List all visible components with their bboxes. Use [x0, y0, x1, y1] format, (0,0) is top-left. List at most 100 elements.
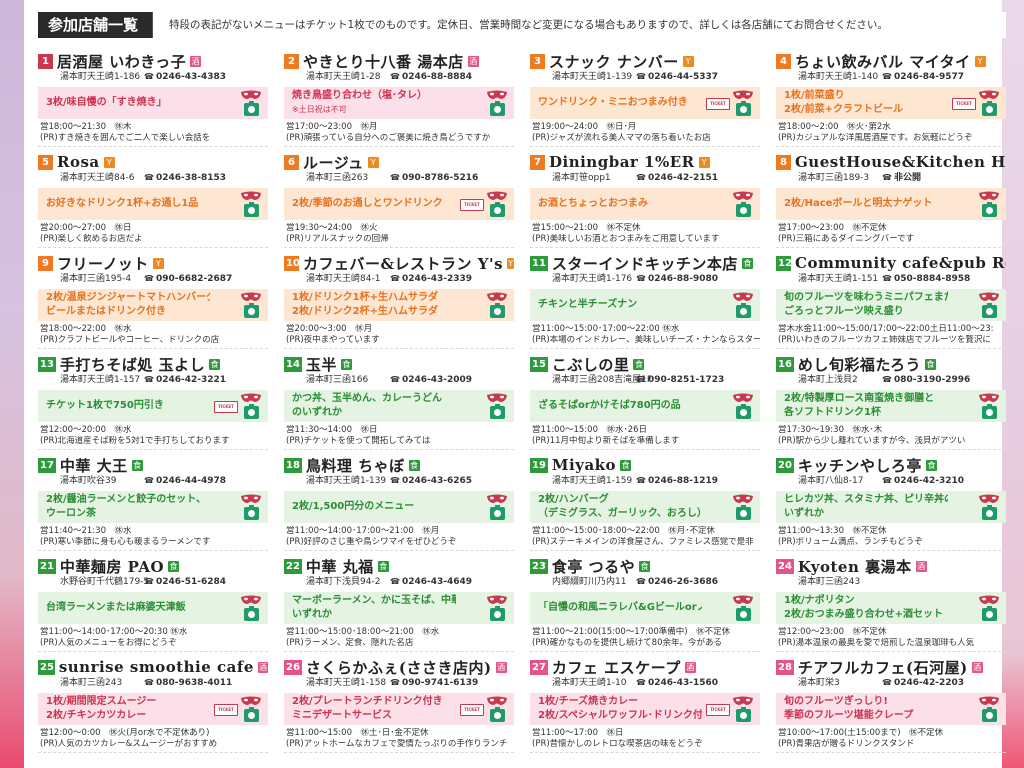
shop-card[interactable]: 1居酒屋 いわきっ子酒湯本町天王崎1-1860246-43-4383 3枚/味自慢… [38, 46, 268, 147]
mask-icon [978, 291, 1000, 303]
shop-address: 湯本町上浅貝2 [798, 375, 858, 385]
shop-phone: 0246-43-2009 [390, 374, 472, 386]
chopsticks-icon: 食 [131, 459, 143, 471]
mask-icon [978, 493, 1000, 505]
shop-card[interactable]: 25sunrise smoothie cafe酒湯本町三函243 080-9638… [38, 652, 268, 753]
shop-name: Community cafe&pub Roots [795, 254, 1006, 272]
shop-card[interactable]: 8GuestHouse&Kitchen HaceY湯本町三函189-3 非公開 2枚… [776, 147, 1006, 248]
shop-card[interactable]: 11スターインドキッチン本店食湯本町天王崎1-1760246-88-9080 チキ… [530, 248, 760, 349]
cup-icon: 酒 [915, 560, 927, 572]
shop-phone: 0246-88-8884 [390, 71, 472, 83]
mask-icon [732, 594, 754, 606]
menu-offer-box: 2枚/温泉ジンジャートマトハンバーグ ビールまたはドリンク付き [38, 289, 268, 321]
shop-name: 中華麺房 PAO [59, 557, 165, 576]
mask-icon [486, 392, 508, 404]
shop-name: めし旬彩福たろう [797, 355, 922, 374]
shop-card[interactable]: 19Miyako食湯本町天王崎1-1590246-88-1219 2枚/ハンバーグ… [530, 450, 760, 551]
camera-icon [736, 404, 751, 419]
cocktail-icon: Y [152, 257, 164, 269]
mask-icon [978, 695, 1000, 707]
menu-offer-box: マーボーラーメン、かに玉そば、中華丼のいずれか [284, 592, 514, 624]
shop-card[interactable]: 4ちょい飲みバル マイタイY湯本町天王崎1-1400246-84-95771枚/… [776, 46, 1006, 147]
mask-icon [486, 695, 508, 707]
shop-name: こぶしの里 [551, 355, 630, 374]
shop-card[interactable]: 23食亭 つるや食内郷綴町川乃内11 0246-26-3686 「自慢の和風ニラレバ… [530, 551, 760, 652]
shop-info-row: 内郷綴町川乃内11 0246-26-3686 [530, 576, 760, 588]
shop-card[interactable]: 14玉半食湯本町三函166 0246-43-2009 かつ丼、玉半めん、カレーうどん… [284, 349, 514, 450]
shop-name: Kyoten 裏湯本 [797, 557, 912, 576]
shop-info-row: 湯本町八仙8-17 0246-42-3210 [776, 475, 1006, 487]
shop-card[interactable]: 16めし旬彩福たろう食湯本町上浅貝2 080-3190-2996 2枚/特製厚ロース… [776, 349, 1006, 450]
menu-offer-box: 1枚/チーズ焼きカレー 2枚/スペシャルワッフル･ドリンク付き TICKET [530, 693, 760, 725]
shop-number: 18 [284, 457, 302, 473]
menu-offer-box: 台湾ラーメンまたは麻婆天津飯 [38, 592, 268, 624]
ticket-icon: TICKET [706, 98, 730, 110]
shop-card[interactable]: 5RosaY湯本町天王崎84-60246-38-8153お好きなドリンク1杯+お… [38, 147, 268, 248]
menu-offer-line: ざるそばorかけそば780円の品 [538, 400, 681, 411]
shop-phone: 090-6682-2687 [144, 273, 232, 285]
menu-offer-box: 「自慢の和風ニラレバ&GビールorノンアルB」または「かたやきハーフ」 [530, 592, 760, 624]
menu-offer-line: 2枚/ハンバーグ [538, 494, 609, 505]
shop-card[interactable]: 22中華 丸福食湯本町下浅貝94-2 0246-43-4649 マーボーラーメン、か… [284, 551, 514, 652]
shop-card[interactable]: 13手打ちそば処 玉よし食湯本町天王崎1-1570246-42-3221 チケット… [38, 349, 268, 450]
ticket-icon: TICKET [706, 704, 730, 716]
shop-card[interactable]: 21中華麺房 PAO食水野谷町千代鶴179-50246-51-6284 台湾ラーメ… [38, 551, 268, 652]
shop-card[interactable]: 24 Kyoten 裏湯本酒湯本町三函243 1枚/ナポリタン 2枚/おつまみ盛り合わ… [776, 551, 1006, 652]
cup-icon: 酒 [257, 661, 268, 673]
shop-card[interactable]: 10カフェバー&レストラン Y'sY湯本町天王崎84-10246-43-2339… [284, 248, 514, 349]
mask-icon [732, 493, 754, 505]
shop-number: 22 [284, 558, 302, 574]
shop-address: 湯本町天王崎1-139 [306, 476, 387, 486]
shop-name: Rosa [57, 153, 100, 171]
shop-name: 鳥料理 ちゃぼ [305, 456, 405, 475]
menu-offer-line: いずれか [292, 609, 332, 620]
shop-card[interactable]: 15こぶしの里食湯本町三函208吉滝屋1F090-8251-1723 ざるそばor… [530, 349, 760, 450]
shop-card[interactable]: 27カフェ エスケープ酒湯本町天王崎1-10 0246-43-1560 1枚/チーズ… [530, 652, 760, 753]
mask-icon [732, 190, 754, 202]
shop-card[interactable]: 18鳥料理 ちゃぼ食湯本町天王崎1-1390246-43-6265 2枚/1,50… [284, 450, 514, 551]
shop-address: 湯本町吹谷39 [60, 476, 117, 486]
shop-card[interactable]: 26さくらかふぇ(ささき店内)酒湯本町天王崎1-158090-9741-6139… [284, 652, 514, 753]
shop-info-row: 湯本町三函263 090-8786-5216 [284, 172, 514, 184]
shop-card[interactable]: 28チアフルカフェ(石河屋)酒湯本町栄3 0246-42-2203 旬のフルーツぎっ… [776, 652, 1006, 753]
shop-address: 湯本町天王崎84-1 [306, 274, 381, 284]
left-decorative-band [0, 0, 24, 768]
shop-card[interactable]: 6ルージュY湯本町三函263090-8786-52162枚/季節のお通しとワンド… [284, 147, 514, 248]
shop-title-row: 9 フリーノット Y [38, 253, 268, 273]
menu-offer-line: チキンと半チーズナン [538, 299, 638, 310]
menu-offer-box: 旬のフルーツを味わうミニパフェまたは、ごろっとフルーツ映え盛り [776, 289, 1006, 321]
shop-title-row: 11 スターインドキッチン本店食 [530, 253, 760, 273]
shop-number: 24 [776, 558, 794, 574]
shop-name: GuestHouse&Kitchen Hace [795, 153, 1006, 171]
menu-offer-line: ビールまたはドリンク付き [46, 306, 166, 317]
shop-name: 中華 大王 [59, 456, 128, 475]
shop-card[interactable]: 17中華 大王食湯本町吹谷39 0246-44-4978 2枚/醤油ラーメンと餃子の… [38, 450, 268, 551]
shop-card[interactable]: 3スナック ナンバーY湯本町天王崎1-1390246-44-5337ワンドリンク… [530, 46, 760, 147]
menu-offer-line: ミニデザートサービス [292, 710, 392, 721]
menu-offer-line: 旬のフルーツぎっしり! [784, 696, 888, 707]
camera-icon [244, 202, 259, 217]
shop-info-row: 湯本町三函195-4 090-6682-2687 [38, 273, 268, 285]
shop-title-row: 7 Diningbar 1%ER Y [530, 152, 760, 172]
shop-card[interactable]: 7Diningbar 1%ERY湯本町笹opp10246-42-2151お酒とち… [530, 147, 760, 248]
shop-title-row: 6 ルージュ Y [284, 152, 514, 172]
shop-phone: 090-8251-1723 [636, 374, 724, 386]
menu-offer-line: （デミグラス、ガーリック、おろし）選べます [538, 508, 702, 519]
shop-number: 3 [530, 53, 545, 69]
shop-address: 湯本町天王崎1-159 [552, 476, 633, 486]
shop-pr: (PR)美味しいお酒とおつまみをご用意しています [532, 234, 720, 244]
shop-card[interactable]: 20キッチンやしろ亭食湯本町八仙8-17 0246-42-3210 ヒレカツ丼、スタ… [776, 450, 1006, 551]
camera-icon [982, 303, 997, 318]
mask-icon [486, 291, 508, 303]
mask-icon [240, 89, 262, 101]
header-note: 特段の表記がないメニューはチケット1枚でのものです。定休日、営業時間など変更にな… [153, 12, 1006, 38]
ticket-icon: TICKET [214, 704, 238, 716]
mask-icon [240, 594, 262, 606]
shop-name: カフェバー&レストラン Y's [303, 254, 504, 273]
shop-number: 13 [38, 356, 56, 372]
shop-card[interactable]: 9フリーノットY湯本町三函195-4090-6682-2687 2枚/温泉ジンジャ… [38, 248, 268, 349]
shop-card[interactable]: 2やきとり十八番 湯本店酒湯本町天王崎1-28 0246-88-8884 焼き鳥盛り… [284, 46, 514, 147]
shop-pr: (PR)楽しく飲めるお店だよ [40, 234, 143, 244]
camera-icon [736, 505, 751, 520]
shop-card[interactable]: 12Community cafe&pub Roots食湯本町天王崎1-15105… [776, 248, 1006, 349]
